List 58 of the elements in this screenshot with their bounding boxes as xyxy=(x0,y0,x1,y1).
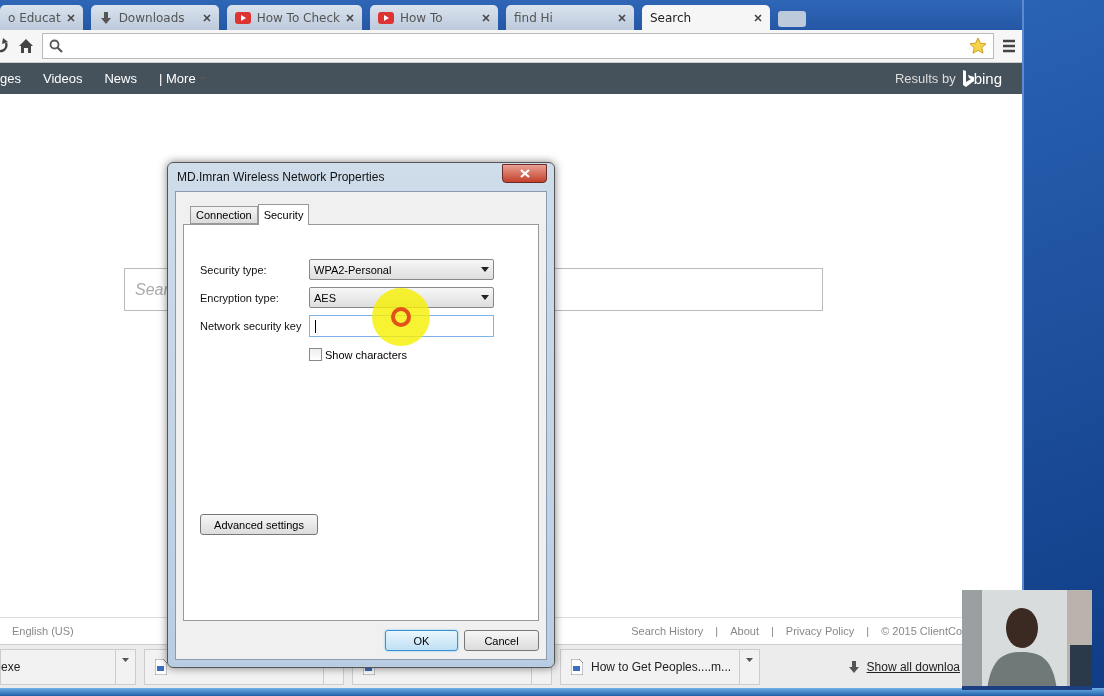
reload-icon xyxy=(0,38,10,54)
close-button[interactable] xyxy=(502,164,547,183)
download-item[interactable]: How to Get Peoples....m... xyxy=(560,648,761,685)
star-icon xyxy=(969,37,987,55)
download-arrow-icon xyxy=(846,659,861,674)
address-bar[interactable] xyxy=(42,33,994,59)
menu-icon xyxy=(1002,39,1016,53)
bing-logo-icon xyxy=(961,69,974,88)
dialog-tab[interactable]: Security xyxy=(257,204,310,225)
dialog-button[interactable]: Cancel xyxy=(464,630,539,651)
checkbox[interactable] xyxy=(309,348,322,361)
footer-link[interactable]: Search History xyxy=(631,625,704,637)
field-label: Encryption type: xyxy=(200,291,280,304)
close-icon xyxy=(66,13,75,22)
nav-link[interactable]: Videos xyxy=(42,71,83,86)
close-icon xyxy=(519,169,530,178)
nav-link[interactable]: News xyxy=(104,71,137,86)
browser-tab[interactable]: find Hi xyxy=(506,5,634,30)
window-title: MD.Imran Wireless Network Properties xyxy=(176,170,385,184)
footer-link[interactable]: | xyxy=(715,625,719,637)
field-label: Security type: xyxy=(200,263,268,276)
close-icon xyxy=(202,13,211,22)
nav-link[interactable]: ges xyxy=(0,71,21,86)
nav-link[interactable]: | More xyxy=(159,71,206,86)
browser-tab[interactable]: o Educat xyxy=(0,5,83,30)
advanced-settings-button[interactable]: Advanced settings xyxy=(200,514,318,535)
file-icon xyxy=(571,658,583,675)
browser-tab[interactable]: Search xyxy=(642,5,770,30)
new-tab-button[interactable] xyxy=(778,11,806,27)
search-icon xyxy=(49,39,63,53)
close-icon xyxy=(482,13,490,22)
close-icon xyxy=(754,13,762,22)
download-item[interactable]: exe xyxy=(0,648,136,685)
footer-link[interactable]: About xyxy=(730,625,759,637)
close-icon xyxy=(618,13,626,22)
play-icon xyxy=(234,11,251,24)
dialog-button[interactable]: OK xyxy=(385,630,458,651)
attribution-text: Results by xyxy=(894,71,956,86)
download-arrow-icon xyxy=(98,10,113,25)
file-icon xyxy=(155,658,167,675)
footer-link[interactable]: © 2015 ClientCo xyxy=(881,625,962,637)
browser-tab[interactable]: Downloads xyxy=(90,5,219,30)
dropdown-field[interactable]: WPA2-Personal xyxy=(309,259,494,280)
text-cursor xyxy=(315,319,316,333)
footer-link[interactable]: Privacy Policy xyxy=(785,625,855,637)
footer-link[interactable]: | xyxy=(866,625,870,637)
field-label: Network security key xyxy=(200,320,303,332)
play-icon xyxy=(378,11,394,24)
show-characters-checkbox[interactable]: Show characters xyxy=(309,348,494,361)
home-icon xyxy=(18,38,34,54)
browser-tab[interactable]: How To xyxy=(370,5,498,30)
browser-tab[interactable]: How To Check xyxy=(226,5,362,30)
language-link[interactable]: English (US) xyxy=(12,625,74,637)
dialog-tab[interactable]: Connection xyxy=(190,206,258,224)
brand-name: bing xyxy=(973,70,1002,87)
footer-link[interactable]: | xyxy=(770,625,774,637)
close-icon xyxy=(346,13,354,22)
show-all-downloads-link[interactable]: Show all downloa xyxy=(866,659,960,674)
